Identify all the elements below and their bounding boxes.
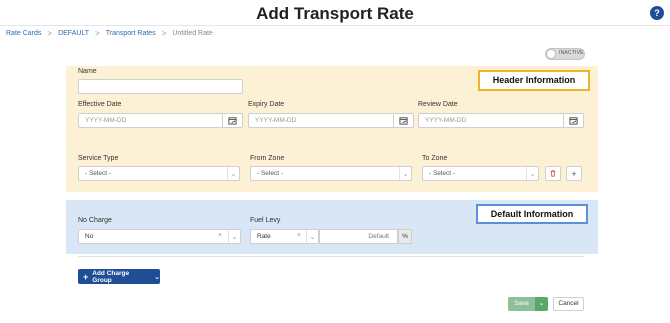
breadcrumb: Rate Cards > DEFAULT > Transport Rates >… (6, 29, 213, 38)
calendar-icon[interactable] (563, 114, 583, 127)
fuel-levy-value-input[interactable]: Default (319, 229, 398, 244)
name-input[interactable] (78, 79, 243, 94)
header-divider (0, 25, 670, 26)
clear-icon[interactable]: × (297, 232, 301, 239)
cancel-button[interactable]: Cancel (553, 297, 584, 311)
chevron-down-icon: ⌄ (526, 167, 538, 180)
no-charge-select[interactable]: No × ⌄ (78, 229, 241, 244)
expiry-date-label: Expiry Date (248, 101, 285, 108)
plus-icon: + (83, 271, 89, 282)
plus-icon: + (571, 168, 577, 179)
breadcrumb-rate-cards[interactable]: Rate Cards (6, 30, 41, 37)
service-type-select[interactable]: - Select - ⌄ (78, 166, 240, 181)
default-information-tag: Default Information (476, 204, 588, 224)
expiry-date-input[interactable]: YYYY-MM-DD (248, 113, 414, 128)
chevron-down-icon: ⌄ (228, 230, 240, 243)
chevron-down-icon: ⌄ (306, 230, 318, 243)
fuel-levy-label: Fuel Levy (250, 217, 281, 224)
calendar-icon[interactable] (222, 114, 242, 127)
breadcrumb-transport-rates[interactable]: Transport Rates (106, 30, 156, 37)
trash-icon (549, 169, 557, 179)
add-zone-button[interactable]: + (566, 166, 582, 181)
header-information-tag: Header Information (478, 70, 590, 91)
to-zone-select[interactable]: - Select - ⌄ (422, 166, 539, 181)
service-type-value: - Select - (85, 170, 112, 177)
expiry-date-placeholder: YYYY-MM-DD (255, 117, 297, 124)
chevron-down-icon: ⌄ (227, 167, 239, 180)
fuel-levy-type-select[interactable]: Rate × ⌄ (250, 229, 319, 244)
chevron-down-icon: ⌄ (538, 300, 545, 307)
name-label: Name (78, 68, 97, 75)
review-date-input[interactable]: YYYY-MM-DD (418, 113, 584, 128)
add-charge-group-label: Add Charge Group (92, 269, 130, 284)
effective-date-placeholder: YYYY-MM-DD (85, 117, 127, 124)
breadcrumb-separator: > (161, 29, 167, 38)
calendar-icon[interactable] (393, 114, 413, 127)
fuel-levy-placeholder: Default (368, 233, 389, 240)
review-date-placeholder: YYYY-MM-DD (425, 117, 467, 124)
save-options-button[interactable]: ⌄ (535, 297, 548, 311)
fuel-levy-type-value: Rate (257, 233, 271, 240)
status-toggle-label: INACTIVE (559, 50, 584, 56)
breadcrumb-default[interactable]: DEFAULT (58, 30, 89, 37)
delete-zone-button[interactable] (545, 166, 561, 181)
review-date-label: Review Date (418, 101, 458, 108)
help-button[interactable]: ? (650, 6, 664, 20)
from-zone-value: - Select - (257, 170, 284, 177)
to-zone-value: - Select - (429, 170, 456, 177)
percent-unit: % (398, 229, 412, 244)
from-zone-select[interactable]: - Select - ⌄ (250, 166, 412, 181)
status-toggle[interactable]: INACTIVE (545, 48, 585, 60)
breadcrumb-separator: > (95, 29, 100, 38)
no-charge-label: No Charge (78, 217, 112, 224)
page-title: Add Transport Rate (256, 4, 414, 23)
chevron-down-icon: ⌄ (399, 167, 411, 180)
add-charge-group-button[interactable]: + Add Charge Group ⌄ (78, 269, 160, 284)
section-divider (78, 256, 584, 257)
from-zone-label: From Zone (250, 155, 285, 162)
save-button[interactable]: Save (508, 297, 535, 311)
breadcrumb-current: Untitled Rate (172, 30, 213, 37)
effective-date-label: Effective Date (78, 101, 122, 108)
effective-date-input[interactable]: YYYY-MM-DD (78, 113, 243, 128)
chevron-down-icon: ⌄ (154, 273, 160, 281)
breadcrumb-separator: > (47, 29, 53, 38)
no-charge-value: No (85, 233, 94, 240)
clear-icon[interactable]: × (218, 232, 222, 239)
toggle-knob (546, 49, 556, 59)
to-zone-label: To Zone (422, 155, 448, 162)
service-type-label: Service Type (78, 155, 119, 162)
